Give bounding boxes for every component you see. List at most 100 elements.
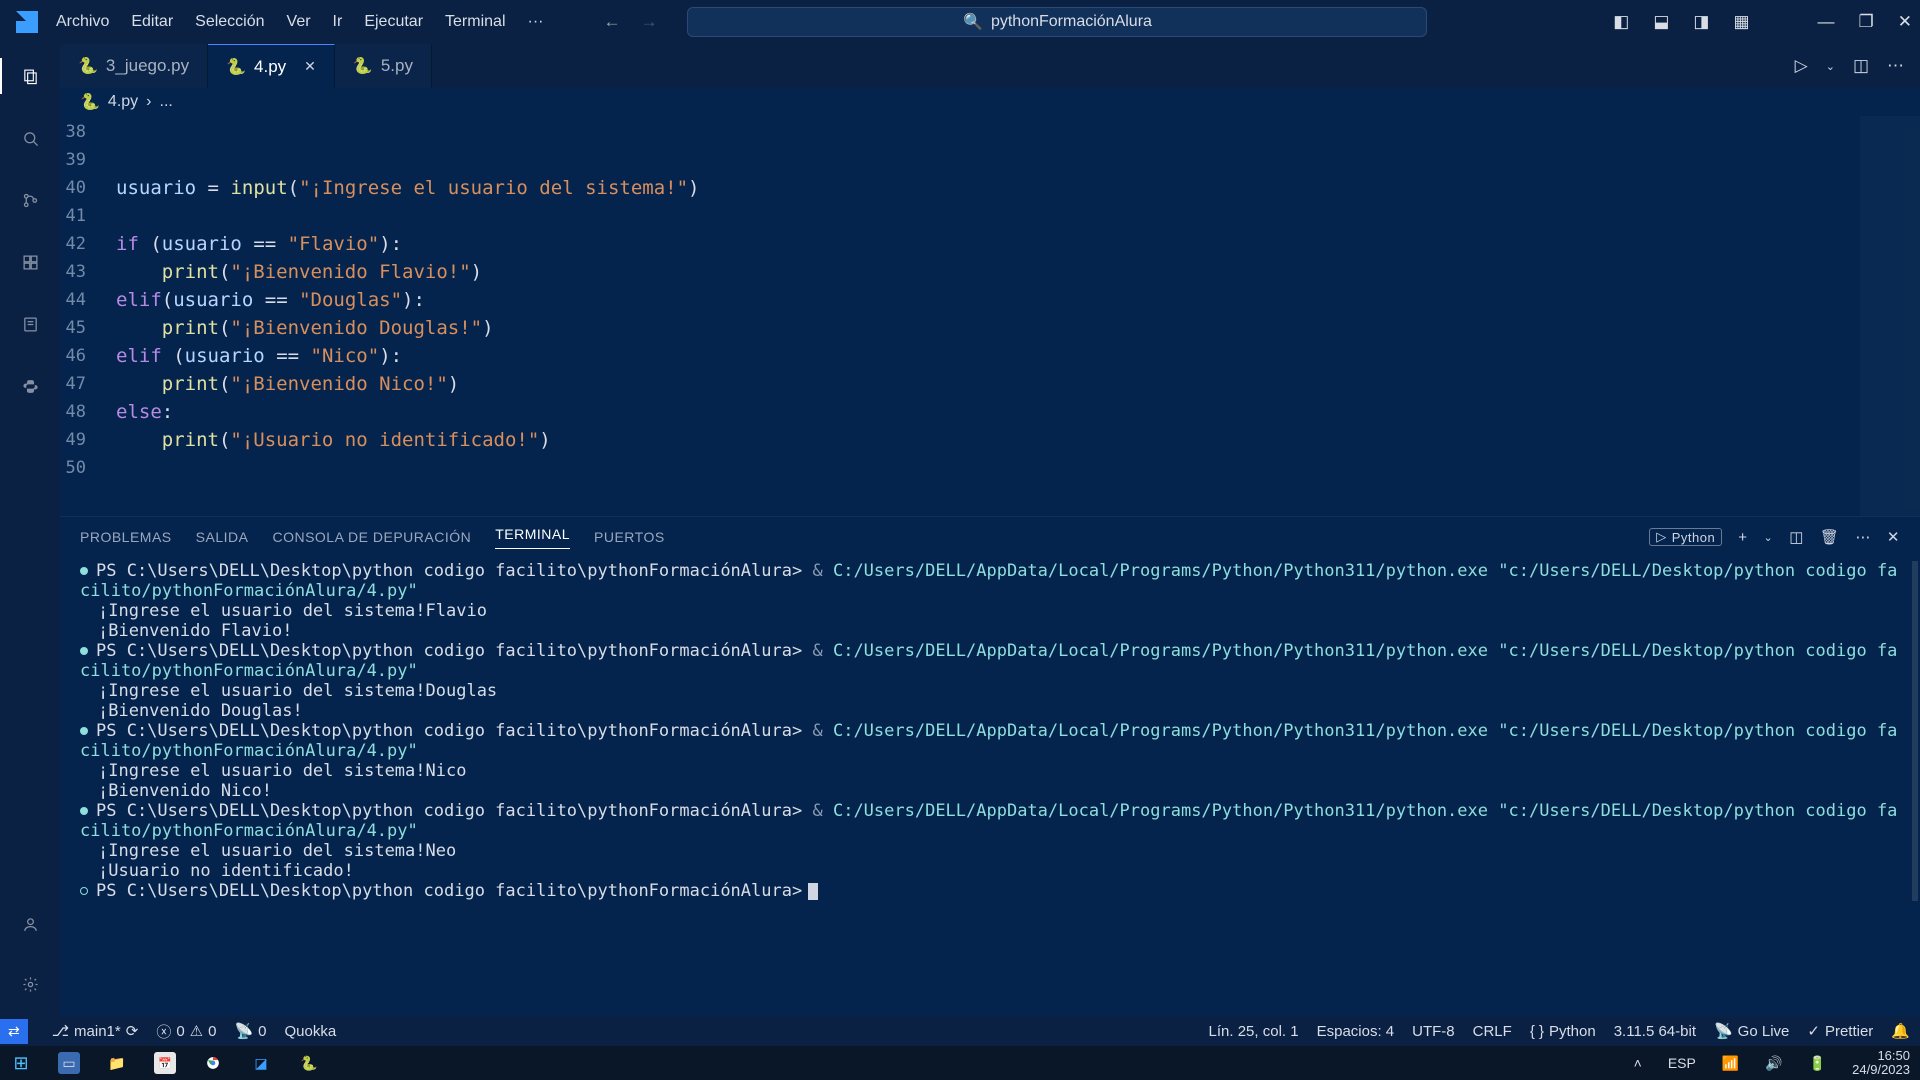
panel-tab[interactable]: PUERTOS <box>594 529 665 545</box>
start-menu-icon[interactable]: ⊞ <box>10 1052 32 1074</box>
layout-right-icon[interactable]: ◨ <box>1693 12 1709 32</box>
code-line[interactable]: 44elif(usuario == "Douglas"): <box>60 286 1920 314</box>
breadcrumb[interactable]: 🐍 4.py › ... <box>60 88 1920 116</box>
code-line[interactable]: 49 print("¡Usuario no identificado!") <box>60 426 1920 454</box>
layout-bottom-icon[interactable]: ⬓ <box>1653 12 1669 32</box>
account-icon[interactable] <box>14 908 46 940</box>
layout-customize-icon[interactable]: ▦ <box>1733 12 1749 32</box>
language-mode[interactable]: { } Python <box>1530 1023 1596 1040</box>
status-ports[interactable]: 📡 0 <box>234 1022 266 1040</box>
command-center[interactable]: 🔍 pythonFormaciónAlura <box>687 7 1427 37</box>
run-icon[interactable]: ▷ <box>1795 56 1808 76</box>
tray-chevron-icon[interactable]: ˄ <box>1634 1055 1642 1071</box>
search-icon: 🔍 <box>963 12 983 32</box>
minimap[interactable] <box>1860 116 1920 516</box>
terminal-line: ¡Ingrese el usuario del sistema!Neo <box>80 841 1904 861</box>
restore-icon[interactable]: ❐ <box>1859 12 1874 32</box>
more-actions-icon[interactable]: ⋯ <box>1887 56 1904 76</box>
code-line[interactable]: 48else: <box>60 398 1920 426</box>
panel-tab[interactable]: SALIDA <box>196 529 249 545</box>
more-panel-icon[interactable]: ⋯ <box>1855 528 1871 546</box>
terminal-dropdown-icon[interactable]: ⌄ <box>1763 531 1773 544</box>
terminal-profile-badge[interactable]: ▷Python <box>1649 528 1722 546</box>
split-editor-icon[interactable]: ◫ <box>1853 56 1869 76</box>
editor-tab[interactable]: 🐍3_juego.py <box>60 44 208 88</box>
terminal-scrollbar[interactable] <box>1912 561 1918 901</box>
forward-icon[interactable]: → <box>640 12 657 32</box>
terminal-line: ¡Bienvenido Nico! <box>80 781 1904 801</box>
code-line[interactable]: 46elif (usuario == "Nico"): <box>60 342 1920 370</box>
code-editor[interactable]: 383940usuario = input("¡Ingrese el usuar… <box>60 116 1920 516</box>
menu-item[interactable]: Selección <box>185 9 274 35</box>
kill-terminal-icon[interactable]: 🗑 <box>1820 528 1840 546</box>
split-terminal-icon[interactable]: ◫ <box>1789 528 1804 546</box>
code-line[interactable]: 43 print("¡Bienvenido Flavio!") <box>60 258 1920 286</box>
status-problems[interactable]: ⓧ 0 ⚠ 0 <box>156 1021 216 1042</box>
settings-gear-icon[interactable] <box>14 968 46 1000</box>
cursor-position[interactable]: Lín. 25, col. 1 <box>1209 1023 1299 1040</box>
menu-item[interactable]: Archivo <box>46 9 119 35</box>
code-line[interactable]: 45 print("¡Bienvenido Douglas!") <box>60 314 1920 342</box>
code-line[interactable]: 39 <box>60 146 1920 174</box>
code-line[interactable]: 38 <box>60 118 1920 146</box>
status-quokka[interactable]: Quokka <box>285 1023 337 1040</box>
go-live[interactable]: 📡 Go Live <box>1714 1022 1789 1040</box>
encoding[interactable]: UTF-8 <box>1412 1023 1455 1040</box>
python-env-icon[interactable] <box>14 370 46 402</box>
vscode-taskbar-icon[interactable]: ◪ <box>250 1052 272 1074</box>
prettier[interactable]: ✓ Prettier <box>1807 1022 1873 1040</box>
terminal-line: ¡Ingrese el usuario del sistema!Nico <box>80 761 1904 781</box>
wifi-icon[interactable]: 📶 <box>1722 1055 1739 1072</box>
task-app-icon[interactable]: ▭ <box>58 1052 80 1074</box>
python-taskbar-icon[interactable]: 🐍 <box>298 1052 320 1074</box>
menu-bar: ArchivoEditarSelecciónVerIrEjecutarTermi… <box>46 9 553 35</box>
code-line[interactable]: 50 <box>60 454 1920 482</box>
remote-indicator[interactable]: ⇄ <box>0 1019 28 1044</box>
code-line[interactable]: 41 <box>60 202 1920 230</box>
menu-item[interactable]: Ir <box>323 9 353 35</box>
system-clock[interactable]: 16:5024/9/2023 <box>1852 1049 1910 1077</box>
menu-item[interactable]: Ejecutar <box>354 9 433 35</box>
activity-bar <box>0 44 60 1016</box>
extensions-icon[interactable] <box>14 246 46 278</box>
python-version[interactable]: 3.11.5 64-bit <box>1614 1023 1696 1040</box>
keyboard-lang[interactable]: ESP <box>1668 1055 1696 1071</box>
menu-item[interactable]: Ver <box>277 9 321 35</box>
eol[interactable]: CRLF <box>1473 1023 1512 1040</box>
new-terminal-icon[interactable]: + <box>1738 529 1747 546</box>
code-line[interactable]: 47 print("¡Bienvenido Nico!") <box>60 370 1920 398</box>
code-line[interactable]: 40usuario = input("¡Ingrese el usuario d… <box>60 174 1920 202</box>
terminal-line: PS C:\Users\DELL\Desktop\python codigo f… <box>80 721 1904 761</box>
panel-tab[interactable]: TERMINAL <box>495 526 570 549</box>
minimize-icon[interactable]: — <box>1818 12 1835 32</box>
back-icon[interactable]: ← <box>603 12 620 32</box>
editor-tab[interactable]: 🐍5.py <box>335 44 432 88</box>
menu-item[interactable]: ··· <box>518 9 554 35</box>
notifications-icon[interactable]: 🔔 <box>1891 1022 1910 1040</box>
search-icon[interactable] <box>14 122 46 154</box>
menu-item[interactable]: Editar <box>121 9 183 35</box>
tab-actions: ▷ ⌄ ◫ ⋯ <box>1795 44 1920 88</box>
git-branch[interactable]: ⎇ main1* ⟳ <box>52 1022 139 1040</box>
close-window-icon[interactable]: ✕ <box>1898 12 1912 32</box>
close-panel-icon[interactable]: ✕ <box>1887 528 1900 546</box>
terminal-line: PS C:\Users\DELL\Desktop\python codigo f… <box>80 881 1904 901</box>
output-icon[interactable] <box>14 308 46 340</box>
calendar-icon[interactable]: 📅 <box>154 1052 176 1074</box>
code-line[interactable]: 42if (usuario == "Flavio"): <box>60 230 1920 258</box>
volume-icon[interactable]: 🔊 <box>1765 1055 1782 1072</box>
battery-icon[interactable]: 🔋 <box>1809 1055 1826 1072</box>
panel-tab[interactable]: PROBLEMAS <box>80 529 172 545</box>
run-dropdown-icon[interactable]: ⌄ <box>1826 60 1835 73</box>
explorer-icon[interactable] <box>14 60 46 92</box>
file-explorer-icon[interactable]: 📁 <box>106 1052 128 1074</box>
panel-tab[interactable]: CONSOLA DE DEPURACIÓN <box>272 529 471 545</box>
indentation[interactable]: Espacios: 4 <box>1317 1023 1395 1040</box>
editor-tab[interactable]: 🐍4.py✕ <box>208 44 335 88</box>
menu-item[interactable]: Terminal <box>435 9 515 35</box>
source-control-icon[interactable] <box>14 184 46 216</box>
terminal[interactable]: PS C:\Users\DELL\Desktop\python codigo f… <box>60 557 1920 1016</box>
layout-left-icon[interactable]: ◧ <box>1613 12 1629 32</box>
chrome-icon[interactable] <box>202 1052 224 1074</box>
close-tab-icon[interactable]: ✕ <box>304 58 316 75</box>
